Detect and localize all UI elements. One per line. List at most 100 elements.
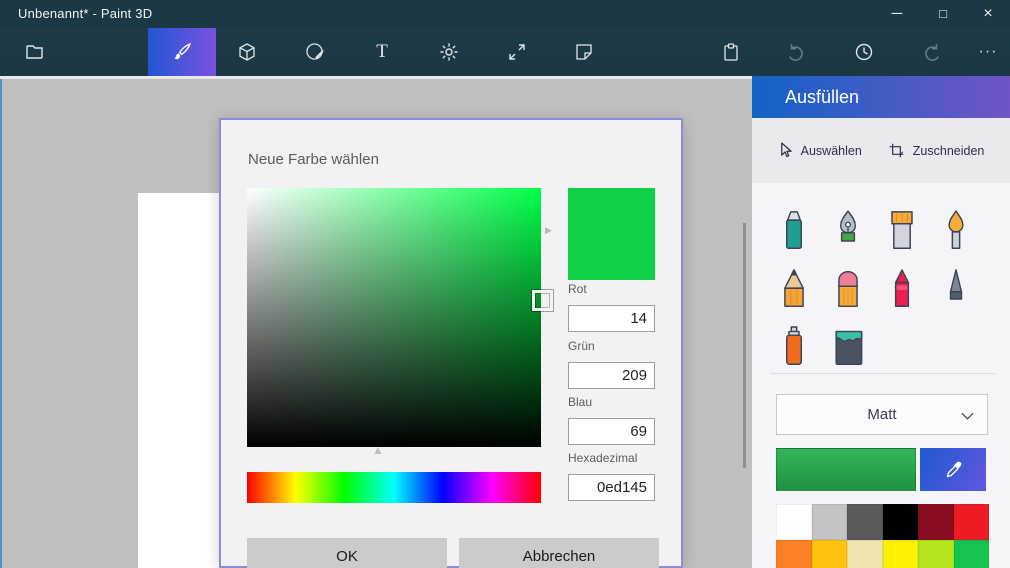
ok-button[interactable]: OK: [247, 538, 447, 568]
canvas-button[interactable]: [493, 28, 541, 76]
palette-swatch[interactable]: [883, 540, 919, 568]
brush-watercolor[interactable]: [934, 204, 978, 254]
redo-button[interactable]: [908, 28, 956, 76]
brush-spray-can[interactable]: [772, 320, 816, 370]
eraser-icon: [828, 266, 868, 312]
title-bar: Unbenannt* - Paint 3D ─ □ ×: [0, 0, 1010, 28]
palette-swatch[interactable]: [812, 504, 848, 540]
palette-swatch[interactable]: [918, 540, 954, 568]
select-label: Auswählen: [801, 144, 862, 158]
palette-swatch[interactable]: [883, 504, 919, 540]
crop-icon: [888, 142, 905, 159]
minimize-button[interactable]: ─: [878, 0, 916, 28]
brush-crayon[interactable]: [880, 262, 924, 312]
palette-swatch[interactable]: [776, 540, 812, 568]
watercolor-icon: [936, 208, 976, 254]
sticker-icon: [573, 41, 595, 63]
text-tool-button[interactable]: T: [358, 28, 406, 76]
hue-slider[interactable]: [247, 472, 541, 503]
selected-color-preview: [568, 188, 655, 280]
paint3d-window: Unbenannt* - Paint 3D ─ □ × T: [0, 0, 1010, 568]
calligraphy-pen-icon: [828, 208, 868, 254]
saturation-value-field[interactable]: [247, 188, 541, 447]
crop-button[interactable]: Zuschneiden: [888, 142, 985, 159]
sv-selector-handle[interactable]: [532, 290, 553, 311]
crop-label: Zuschneiden: [913, 144, 985, 158]
expand-canvas-icon: [506, 41, 528, 63]
2d-shapes-button[interactable]: [291, 28, 339, 76]
triangle-marker-icon: ▲: [372, 443, 384, 457]
sidebar-panel: Auswählen Zuschneiden: [752, 118, 1010, 568]
toolbar-divider: [0, 76, 753, 79]
cursor-icon: [778, 141, 793, 160]
shapes-icon: [304, 41, 326, 63]
sidebar-header: Ausfüllen: [752, 76, 1010, 118]
palette-swatch[interactable]: [812, 540, 848, 568]
brush-marker[interactable]: [772, 204, 816, 254]
palette-swatch[interactable]: [918, 504, 954, 540]
finish-dropdown[interactable]: Matt: [776, 394, 988, 435]
red-input[interactable]: [568, 305, 655, 332]
hex-input[interactable]: [568, 474, 655, 501]
maximize-button[interactable]: □: [924, 0, 962, 28]
undo-icon: [785, 41, 807, 63]
blue-input[interactable]: [568, 418, 655, 445]
color-picker-dialog: Neue Farbe wählen ▶ ▲ Rot Grün Blau Hexa…: [219, 118, 683, 568]
palette-swatch[interactable]: [847, 504, 883, 540]
undo-button[interactable]: [772, 28, 820, 76]
close-button[interactable]: ×: [969, 0, 1007, 28]
brush-eraser[interactable]: [826, 262, 870, 312]
palette-swatch[interactable]: [954, 540, 990, 568]
brush-fill-bucket[interactable]: [826, 320, 870, 370]
palette-swatch[interactable]: [776, 504, 812, 540]
spray-can-icon: [774, 324, 814, 370]
folder-menu-icon: [24, 41, 46, 63]
fill-bucket-icon: [828, 324, 868, 370]
more-button[interactable]: ···: [964, 28, 1010, 76]
palette-swatch[interactable]: [847, 540, 883, 568]
sidebar-header-title: Ausfüllen: [785, 87, 859, 108]
green-input[interactable]: [568, 362, 655, 389]
redo-icon: [921, 41, 943, 63]
red-label: Rot: [568, 282, 658, 296]
crayon-icon: [882, 266, 922, 312]
pencil-icon: [774, 266, 814, 312]
palette-swatch[interactable]: [954, 504, 990, 540]
preview-pointer-icon: ▶: [545, 225, 552, 236]
effects-button[interactable]: [425, 28, 473, 76]
menu-button[interactable]: [11, 28, 59, 76]
marker-icon: [774, 208, 814, 254]
oil-brush-icon: [882, 208, 922, 254]
chevron-down-icon: [961, 412, 974, 420]
color-palette: [776, 504, 989, 568]
current-color-swatch[interactable]: [776, 448, 916, 491]
brush-oil[interactable]: [880, 204, 924, 254]
3d-shapes-button[interactable]: [223, 28, 271, 76]
vertical-scrollbar[interactable]: [743, 223, 746, 468]
clipboard-icon: [720, 41, 742, 63]
brush-calligraphy-pen[interactable]: [826, 204, 870, 254]
dialog-title: Neue Farbe wählen: [248, 151, 379, 168]
blue-label: Blau: [568, 395, 658, 409]
select-button[interactable]: Auswählen: [778, 141, 862, 160]
paste-button[interactable]: [707, 28, 755, 76]
stickers-button[interactable]: [560, 28, 608, 76]
history-button[interactable]: [840, 28, 888, 76]
sun-icon: [438, 41, 460, 63]
history-clock-icon: [853, 41, 875, 63]
select-crop-bar: Auswählen Zuschneiden: [752, 118, 1010, 183]
green-label: Grün: [568, 339, 658, 353]
finish-dropdown-value: Matt: [867, 406, 896, 423]
pixel-pen-icon: [936, 266, 976, 312]
eyedropper-button[interactable]: [920, 448, 986, 491]
cancel-button[interactable]: Abbrechen: [459, 538, 659, 568]
toolbar: T ···: [0, 28, 1010, 76]
brush-pixel-pen[interactable]: [934, 262, 978, 312]
brush-pencil[interactable]: [772, 262, 816, 312]
hex-label: Hexadezimal: [568, 451, 658, 465]
brush-grid: [772, 204, 992, 378]
brush-tool-button[interactable]: [148, 28, 216, 76]
eyedropper-icon: [943, 460, 963, 480]
cube-icon: [236, 41, 258, 63]
sidebar-divider: [770, 373, 996, 374]
